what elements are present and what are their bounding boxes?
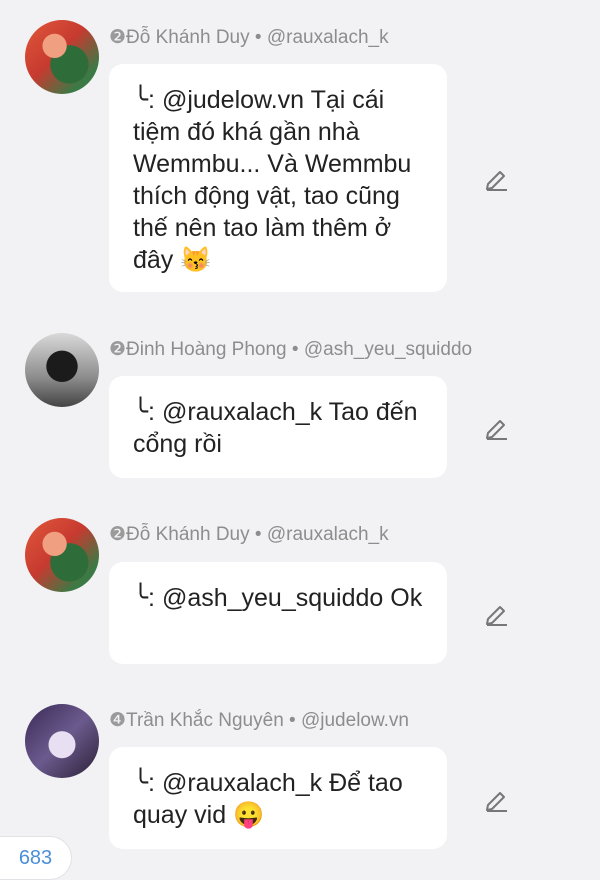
sender-name[interactable]: Đỗ Khánh Duy [126,524,250,545]
avatar[interactable] [25,333,99,407]
separator: • [249,524,267,545]
message-header: ❹Trần Khắc Nguyên • @judelow.vn [109,709,409,732]
separator: • [286,339,304,360]
sender-name[interactable]: Đinh Hoàng Phong [126,339,287,360]
avatar[interactable] [25,20,99,94]
pencil-icon[interactable] [484,786,510,812]
separator: • [283,710,301,731]
counter-value: 683 [18,846,53,869]
pencil-icon[interactable] [484,165,510,191]
message-text: ╰: @rauxalach_k Để tao quay vid 😛 [133,769,403,829]
message-bubble: ╰: @judelow.vn Tại cái tiệm đó khá gần n… [109,64,447,292]
sender-name[interactable]: Đỗ Khánh Duy [126,27,250,48]
message-bubble: ╰: @ash_yeu_squiddo Ok [109,562,447,664]
message-counter[interactable]: 683 [0,836,72,880]
sender-handle[interactable]: @rauxalach_k [267,27,389,48]
message-text: ╰: @rauxalach_k Tao đến cổng rồi [133,398,418,458]
avatar[interactable] [25,518,99,592]
rank-badge: ❷ [109,339,127,360]
sender-handle[interactable]: @ash_yeu_squiddo [304,339,472,360]
pencil-icon[interactable] [484,600,510,626]
message-header: ❷Đỗ Khánh Duy • @rauxalach_k [109,26,389,49]
message-text: ╰: @judelow.vn Tại cái tiệm đó khá gần n… [133,86,412,274]
rank-badge: ❹ [109,710,127,731]
message-header: ❷Đỗ Khánh Duy • @rauxalach_k [109,523,389,546]
rank-badge: ❷ [109,524,127,545]
separator: • [249,27,267,48]
message-text: ╰: @ash_yeu_squiddo Ok [133,584,423,612]
message-bubble: ╰: @rauxalach_k Để tao quay vid 😛 [109,747,447,849]
sender-handle[interactable]: @judelow.vn [301,710,409,731]
message-bubble: ╰: @rauxalach_k Tao đến cổng rồi [109,376,447,478]
avatar[interactable] [25,704,99,778]
sender-handle[interactable]: @rauxalach_k [267,524,389,545]
rank-badge: ❷ [109,27,127,48]
sender-name[interactable]: Trần Khắc Nguyên [126,710,284,731]
pencil-icon[interactable] [484,414,510,440]
message-header: ❷Đinh Hoàng Phong • @ash_yeu_squiddo [109,338,472,361]
